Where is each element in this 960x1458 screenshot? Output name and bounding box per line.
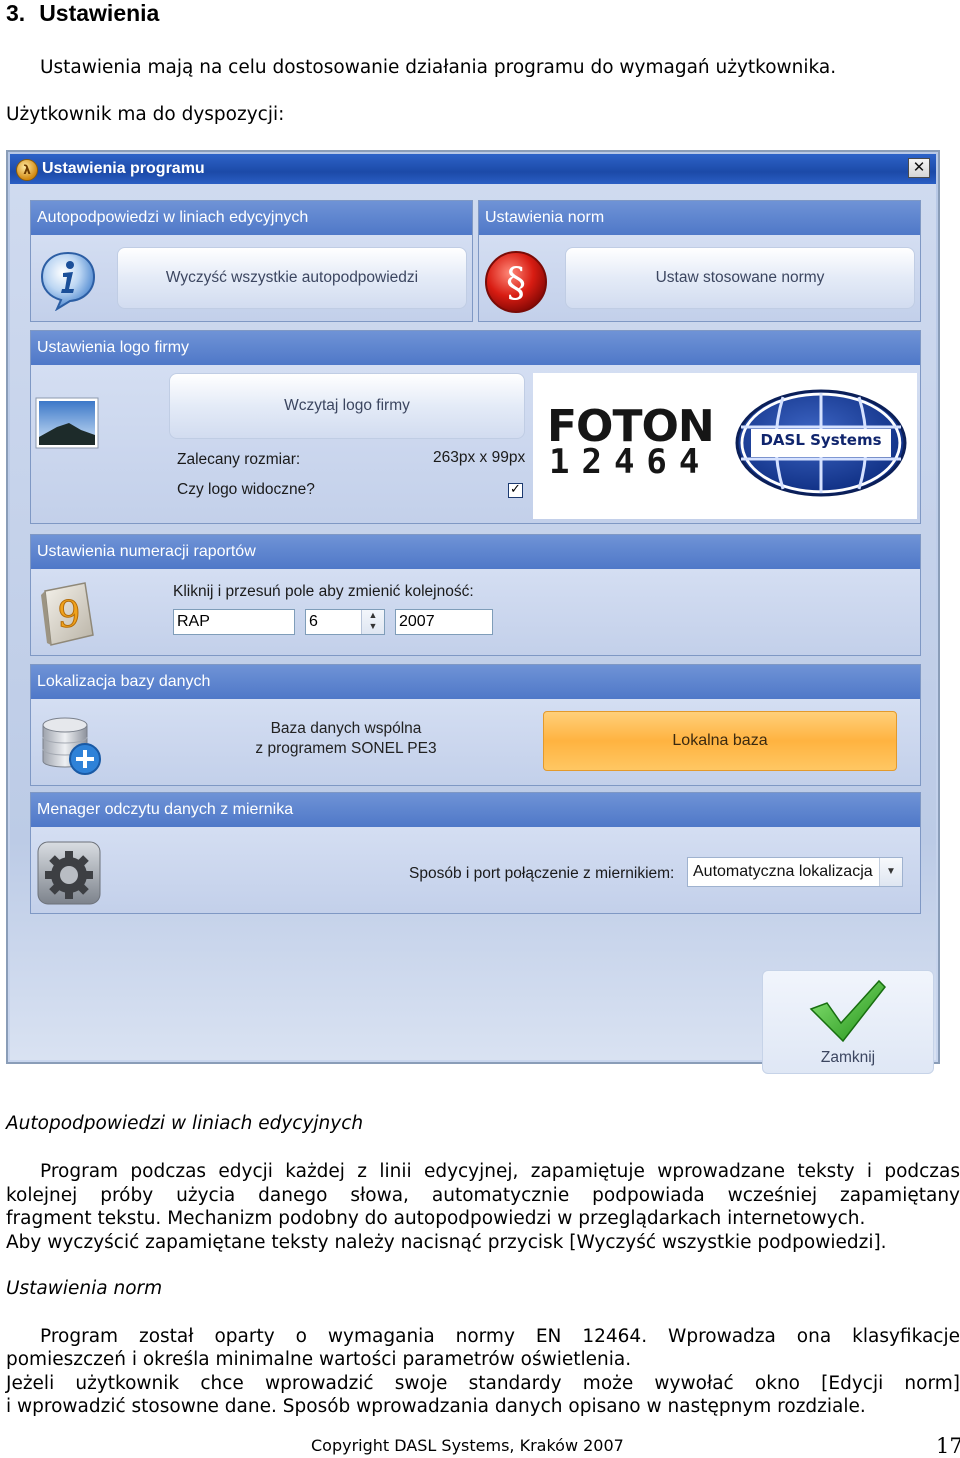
number-stepper-value: 6: [309, 613, 318, 630]
chevron-down-icon[interactable]: ▼: [879, 858, 902, 886]
group-header: Ustawienia norm: [479, 201, 920, 235]
window-client-area: Autopodpowiedzi w liniach edycyjnych Wyc…: [10, 184, 936, 1074]
svg-text:9: 9: [58, 595, 81, 636]
connection-label: Sposób i port połączenie z miernikiem:: [409, 865, 675, 882]
group-title: Ustawienia numeracji raportów: [37, 543, 256, 560]
p1-line-1: Program podczas edycji każdej z linii ed…: [40, 1161, 960, 1182]
group-header: Ustawienia numeracji raportów: [31, 535, 920, 569]
year-field[interactable]: 2007: [395, 609, 493, 635]
logo-brand-text: FOTON: [547, 401, 715, 452]
shared-database-option[interactable]: Baza danych wspólna z programem SONEL PE…: [231, 719, 461, 759]
logo-visible-checkbox[interactable]: ✓: [508, 483, 523, 498]
group-header: Ustawienia logo firmy: [31, 331, 920, 365]
group-menager: Menager odczytu danych z miernika Sposób…: [30, 792, 921, 914]
group-logo: Ustawienia logo firmy Wczytaj logo firmy…: [30, 330, 921, 524]
logo-preview: FOTON 12464 DASL Systems: [533, 373, 917, 519]
close-window-button[interactable]: Zamknij: [762, 970, 934, 1074]
set-norms-button[interactable]: Ustaw stosowane normy: [565, 247, 915, 309]
group-title: Lokalizacja bazy danych: [37, 673, 211, 690]
group-numeracja: Ustawienia numeracji raportów 9 Kliknij …: [30, 534, 921, 656]
group-title: Ustawienia logo firmy: [37, 339, 190, 356]
window-title-bar: λ Ustawienia programu ✕: [10, 154, 936, 184]
shared-db-line-2: z programem SONEL PE3: [255, 740, 437, 757]
window-close-button[interactable]: ✕: [908, 158, 930, 178]
logo-digits-text: 12464: [549, 442, 712, 482]
p1-line-2: kolejnej próby użycia danego słowa, auto…: [6, 1185, 960, 1206]
p2-line-3: Jeżeli użytkownik chce wprowadzić swoje …: [6, 1373, 960, 1394]
group-header: Autopodpowiedzi w liniach edycyjnych: [31, 201, 472, 235]
numbering-icon: 9: [41, 582, 94, 646]
section-heading: 3. Ustawienia: [6, 0, 159, 27]
intro-line-1: Ustawienia mają na celu dostosowanie dzi…: [40, 57, 837, 78]
section-number: 3.: [6, 0, 26, 26]
reorder-instruction: Kliknij i przesuń pole aby zmienić kolej…: [173, 583, 474, 600]
group-baza: Lokalizacja bazy danych Baza danych wspó…: [30, 664, 921, 786]
clear-autosuggestions-button[interactable]: Wyczyść wszystkie autopodpowiedzi: [117, 247, 467, 309]
info-icon: [40, 251, 96, 311]
connection-select[interactable]: Automatyczna lokalizacja ▼: [687, 857, 903, 887]
svg-text:§: §: [506, 260, 526, 306]
paragraph-icon: §: [485, 251, 547, 313]
gear-icon: [37, 841, 101, 905]
group-header: Menager odczytu danych z miernika: [31, 793, 920, 827]
database-add-icon: [42, 717, 101, 775]
group-title: Ustawienia norm: [485, 209, 605, 226]
close-window-label: Zamknij: [820, 1049, 876, 1066]
p1-line-3: fragment tekstu. Mechanizm podobny do au…: [6, 1208, 866, 1229]
recommended-size-label: Zalecany rozmiar:: [177, 451, 301, 468]
load-logo-button[interactable]: Wczytaj logo firmy: [169, 373, 525, 439]
group-header: Lokalizacja bazy danych: [31, 665, 920, 699]
connection-select-value: Automatyczna lokalizacja: [693, 863, 873, 880]
heading-normy: Ustawienia norm: [6, 1278, 163, 1299]
p1-line-4: Aby wyczyścić zapamiętane teksty należy …: [6, 1232, 887, 1253]
stepper-arrows-icon[interactable]: ▲ ▼: [361, 610, 384, 634]
window-title: Ustawienia programu: [42, 160, 205, 177]
page-number: 17: [936, 1434, 960, 1458]
group-title: Menager odczytu danych z miernika: [37, 801, 294, 818]
p2-line-4: i wprowadzić stosowne dane. Sposób wprow…: [6, 1396, 866, 1417]
check-icon: [809, 979, 886, 1043]
number-stepper[interactable]: 6 ▲ ▼: [305, 609, 385, 635]
group-normy: Ustawienia norm § Ustaw stosowane normy: [478, 200, 921, 322]
logo-visible-label: Czy logo widoczne?: [177, 481, 315, 498]
group-autopodpowiedzi: Autopodpowiedzi w liniach edycyjnych Wyc…: [30, 200, 473, 322]
image-icon: [35, 397, 99, 449]
section-title: Ustawienia: [39, 0, 160, 26]
settings-window: λ Ustawienia programu ✕ Autopodpowiedzi …: [6, 150, 940, 1074]
recommended-size-value: 263px x 99px: [433, 449, 526, 466]
group-title: Autopodpowiedzi w liniach edycyjnych: [37, 209, 309, 226]
app-icon: λ: [16, 159, 38, 181]
shared-db-line-1: Baza danych wspólna: [270, 720, 422, 737]
local-database-button[interactable]: Lokalna baza: [543, 711, 897, 771]
p2-line-1: Program został oparty o wymagania normy …: [40, 1326, 960, 1347]
logo-badge-text: DASL Systems: [760, 431, 882, 449]
prefix-field[interactable]: RAP: [173, 609, 295, 635]
heading-autopodpowiedzi: Autopodpowiedzi w liniach edycyjnych: [6, 1113, 364, 1134]
p2-line-2: pomieszczeń i określa minimalne wartości…: [6, 1349, 632, 1370]
intro-line-2: Użytkownik ma do dyspozycji:: [6, 104, 285, 125]
footer-copyright: Copyright DASL Systems, Kraków 2007: [311, 1436, 624, 1455]
